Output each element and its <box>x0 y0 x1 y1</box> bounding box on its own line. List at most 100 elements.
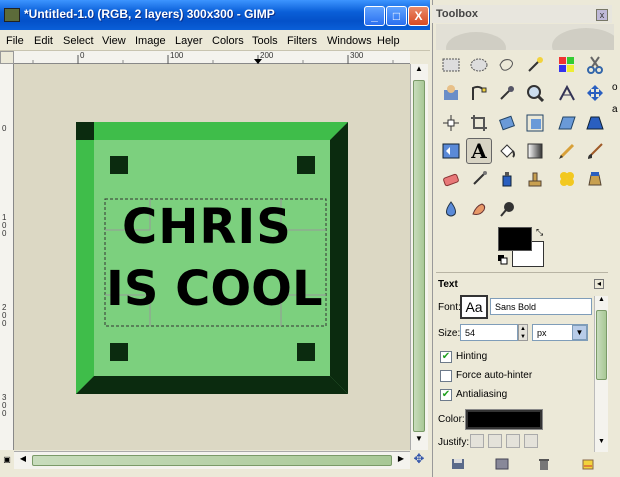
blend-tool-icon[interactable] <box>522 138 548 164</box>
menu-help[interactable]: Help <box>377 35 400 47</box>
canvas-text-line2: IS COOL <box>106 261 323 317</box>
options-scroll-thumb[interactable] <box>596 310 607 380</box>
tool-options-scrollbar[interactable]: ▲ ▼ <box>594 296 608 452</box>
perspective-tool-icon[interactable] <box>582 110 608 136</box>
horizontal-scrollbar[interactable]: ◀ ▶ <box>14 451 410 469</box>
rotate-tool-icon[interactable] <box>494 110 520 136</box>
menu-colors[interactable]: Colors <box>212 35 244 47</box>
hinting-checkbox[interactable]: ✔ <box>440 351 452 363</box>
foreground-color-swatch[interactable] <box>498 227 532 251</box>
blur-tool-icon[interactable] <box>438 196 464 222</box>
pencil-tool-icon[interactable] <box>554 138 580 164</box>
horizontal-scroll-thumb[interactable] <box>32 455 392 466</box>
free-select-tool-icon[interactable] <box>494 52 520 78</box>
dodge-burn-tool-icon[interactable] <box>494 196 520 222</box>
h-ruler-label: 200 <box>260 51 274 60</box>
crop-tool-icon[interactable] <box>466 110 492 136</box>
restore-options-icon[interactable] <box>494 458 510 472</box>
v-ruler-label: 1 0 0 <box>2 213 7 238</box>
antialiasing-checkbox[interactable]: ✔ <box>440 389 452 401</box>
menu-file[interactable]: File <box>6 35 24 47</box>
default-colors-icon[interactable] <box>498 255 508 265</box>
foreground-select-tool-icon[interactable] <box>438 80 464 106</box>
vertical-scroll-thumb[interactable] <box>413 80 425 432</box>
paths-tool-icon[interactable] <box>466 80 492 106</box>
v-ruler-label: 2 0 0 <box>2 303 7 328</box>
menu-bar: File Edit Select View Image Layer Colors… <box>0 31 430 51</box>
horizontal-ruler[interactable]: 0 100 200 300 <box>14 51 410 64</box>
image-canvas[interactable]: CHRIS IS COOL <box>76 122 348 394</box>
justify-right-button[interactable] <box>488 434 502 448</box>
size-spinner-icon[interactable]: ▲ ▼ <box>518 324 528 341</box>
gimp-app-icon[interactable] <box>4 8 20 22</box>
menu-image[interactable]: Image <box>135 35 166 47</box>
fg-bg-color-area[interactable]: ⤡ <box>498 227 546 267</box>
maximize-button[interactable]: □ <box>386 6 407 26</box>
smudge-tool-icon[interactable] <box>466 196 492 222</box>
move-tool-icon[interactable] <box>582 80 608 106</box>
force-autohinter-label: Force auto-hinter <box>456 370 533 381</box>
text-tool-icon[interactable]: A <box>466 138 492 164</box>
v-ruler-label: 3 0 0 <box>2 393 7 418</box>
menu-select[interactable]: Select <box>63 35 94 47</box>
fuzzy-select-tool-icon[interactable] <box>522 52 548 78</box>
airbrush-tool-icon[interactable] <box>466 166 492 192</box>
color-picker-tool-icon[interactable] <box>494 80 520 106</box>
menu-filters[interactable]: Filters <box>287 35 317 47</box>
minimize-button[interactable]: _ <box>364 6 385 26</box>
heal-tool-icon[interactable] <box>554 166 580 192</box>
justify-center-button[interactable] <box>506 434 520 448</box>
flip-tool-icon[interactable] <box>438 138 464 164</box>
font-preview-button[interactable]: Aa <box>460 295 488 319</box>
scroll-right-arrow-icon[interactable]: ▶ <box>394 454 408 468</box>
toolbox-separator <box>436 272 608 273</box>
toolbox-close-button[interactable]: x <box>596 9 608 21</box>
tool-options-menu-icon[interactable]: ◂ <box>594 279 604 289</box>
force-autohinter-checkbox[interactable] <box>440 370 452 382</box>
wilber-drop-area[interactable] <box>436 24 620 64</box>
color-select-tool-icon[interactable] <box>554 52 580 78</box>
options-scroll-up-icon[interactable]: ▲ <box>595 296 608 308</box>
scale-tool-icon[interactable] <box>522 110 548 136</box>
navigate-icon[interactable]: ✥ <box>410 451 428 469</box>
menu-layer[interactable]: Layer <box>175 35 203 47</box>
bucket-fill-tool-icon[interactable] <box>494 138 520 164</box>
unit-dropdown-arrow-icon[interactable]: ▼ <box>572 325 587 340</box>
text-color-button[interactable] <box>465 409 543 430</box>
quickmask-icon[interactable]: ▣ <box>0 451 14 469</box>
justify-left-button[interactable] <box>470 434 484 448</box>
menu-view[interactable]: View <box>102 35 126 47</box>
vertical-scrollbar[interactable]: ▲ ▼ <box>410 64 428 450</box>
measure-tool-icon[interactable] <box>554 80 580 106</box>
align-tool-icon[interactable] <box>438 110 464 136</box>
options-scroll-down-icon[interactable]: ▼ <box>595 438 608 450</box>
scroll-up-arrow-icon[interactable]: ▲ <box>412 64 426 78</box>
eraser-tool-icon[interactable] <box>438 166 464 192</box>
paintbrush-tool-icon[interactable] <box>582 138 608 164</box>
vertical-ruler[interactable]: 0 1 0 0 2 0 0 3 0 0 <box>0 64 14 450</box>
perspective-clone-tool-icon[interactable] <box>582 166 608 192</box>
rect-select-tool-icon[interactable] <box>438 52 464 78</box>
justify-fill-button[interactable] <box>524 434 538 448</box>
ink-tool-icon[interactable] <box>494 166 520 192</box>
menu-edit[interactable]: Edit <box>34 35 53 47</box>
delete-options-icon[interactable] <box>536 458 552 472</box>
font-input[interactable]: Sans Bold <box>490 298 592 315</box>
ruler-corner-button[interactable] <box>0 51 14 64</box>
zoom-tool-icon[interactable] <box>522 80 548 106</box>
size-input[interactable]: 54 <box>460 324 518 341</box>
clone-tool-icon[interactable] <box>522 166 548 192</box>
antialiasing-label: Antialiasing <box>456 389 508 400</box>
close-button[interactable]: X <box>408 6 429 26</box>
shear-tool-icon[interactable] <box>554 110 580 136</box>
ellipse-select-tool-icon[interactable] <box>466 52 492 78</box>
swap-colors-icon[interactable]: ⤡ <box>536 227 546 237</box>
reset-options-icon[interactable] <box>580 458 596 472</box>
scissors-tool-icon[interactable] <box>582 52 608 78</box>
save-options-icon[interactable] <box>450 458 466 472</box>
scroll-down-arrow-icon[interactable]: ▼ <box>412 434 426 448</box>
menu-windows[interactable]: Windows <box>327 35 372 47</box>
menu-tools[interactable]: Tools <box>252 35 278 47</box>
scroll-left-arrow-icon[interactable]: ◀ <box>16 454 30 468</box>
background-window-text: o <box>612 82 618 93</box>
